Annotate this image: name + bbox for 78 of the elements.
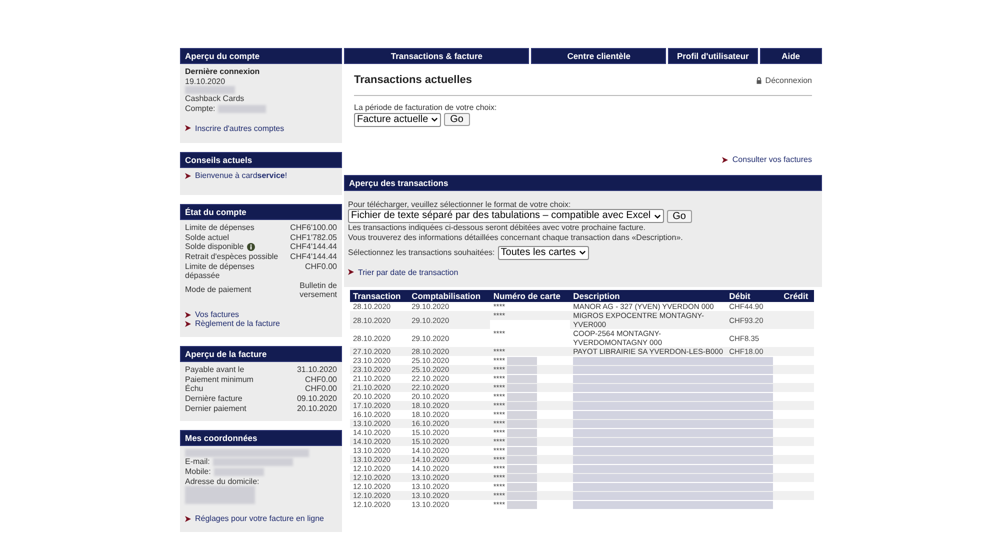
logout-link[interactable]: Déconnexion: [756, 76, 812, 86]
status-label: Mode de paiement: [185, 285, 252, 296]
sort-link[interactable]: Trier par date de transaction: [348, 268, 818, 278]
welcome-text[interactable]: Bienvenue à cardservice!: [195, 171, 288, 181]
status-label: Limite de dépenses dépassée: [185, 262, 256, 281]
status-value: CHF0.00: [304, 262, 337, 272]
period-label: La période de facturation de votre choix:: [354, 103, 498, 113]
column-header: Débit: [726, 290, 781, 302]
chevron-icon: [431, 117, 438, 122]
sidebar-link[interactable]: Bienvenue à cardservice!: [185, 171, 337, 181]
sidebar-heading: Aperçu de la facture: [180, 346, 342, 362]
redacted-block: [218, 104, 266, 113]
last-login-label: Dernière connexion: [185, 67, 261, 77]
invoice-value: CHF0.00: [304, 384, 337, 394]
sidebar-link[interactable]: Réglages pour votre facture en ligne: [185, 514, 337, 524]
invoices-link[interactable]: Consulter vos factures: [722, 154, 812, 165]
period-select[interactable]: Facture actuelle: [354, 112, 442, 127]
lock-icon: [756, 77, 762, 84]
go-button[interactable]: Go: [444, 113, 470, 126]
column-header: Transaction: [350, 290, 409, 302]
nav-tab[interactable]: Aide: [760, 48, 822, 64]
chevron-icon: [578, 250, 586, 256]
format-select[interactable]: Fichier de texte séparé par des tabulations – compatible avec Excel: [348, 209, 664, 224]
arrow-icon: [185, 173, 191, 180]
column-header: Numéro de carte: [490, 290, 570, 302]
status-value: CHF4'144.44: [290, 252, 337, 262]
mobile-label: Mobile:: [185, 467, 211, 477]
nav-tab[interactable]: Transactions & facture: [344, 48, 530, 64]
status-value: CHF4'144.44: [290, 242, 337, 252]
chevron-icon: [654, 214, 661, 219]
invoice-value: CHF0.00: [304, 374, 337, 384]
invoice-label: Dernier paiement: [185, 404, 246, 414]
filter-label: Sélectionnez les transactions souhaitées:: [348, 248, 495, 258]
nav-tab[interactable]: Profil d'utilisateur: [668, 48, 758, 64]
invoice-label: Paiement minimum: [185, 374, 254, 384]
invoice-value: 20.10.2020: [296, 404, 337, 414]
sidebar-heading: État du compte: [180, 204, 342, 220]
sidebar-heading: Mes coordonnées: [180, 430, 342, 446]
sidebar-heading: Conseils actuels: [180, 152, 342, 168]
sidebar-heading: Aperçu du compte: [180, 48, 342, 64]
invoice-label: Échu: [185, 384, 204, 394]
redacted-block: [185, 86, 235, 94]
status-value: Bulletin de versement: [298, 280, 337, 300]
column-header: Description: [570, 290, 726, 302]
column-header: Crédit: [780, 290, 814, 302]
card-program: Cashback Cards: [185, 94, 246, 104]
address-label: Adresse du domicile:: [185, 476, 260, 486]
status-label: Limite de dépenses: [185, 223, 254, 233]
status-value: CHF6'100.00: [290, 223, 337, 233]
invoice-label: Dernière facture: [185, 394, 242, 404]
invoice-label: Payable avant le: [185, 365, 244, 375]
status-value: CHF1'782.05: [290, 232, 337, 242]
last-login-date: 19.10.2020: [185, 76, 226, 86]
arrow-icon: [722, 156, 728, 163]
sidebar-link[interactable]: Vos factures: [185, 310, 337, 320]
email-label: E-mail:: [185, 457, 210, 467]
invoice-value: 31.10.2020: [296, 365, 337, 375]
page-title: Transactions actuelles: [354, 74, 472, 88]
arrow-icon: [348, 269, 354, 276]
card-filter-select[interactable]: Toutes les cartes: [498, 246, 589, 260]
account-label: Compte:: [185, 104, 216, 114]
arrow-icon: [185, 125, 191, 132]
arrow-icon: [185, 516, 191, 522]
invoice-value: 09.10.2020: [296, 394, 337, 404]
nav-tab[interactable]: Centre clientèle: [531, 48, 666, 64]
column-header: Comptabilisation: [408, 290, 490, 302]
panel-heading: Aperçu des transactions: [344, 174, 822, 191]
status-label: Solde actuel: [185, 232, 230, 242]
status-label: Solde disponible: [185, 242, 244, 252]
download-label: Pour télécharger, veuillez sélectionner le format de votre choix:: [348, 200, 572, 210]
note-text: Vous trouverez des informations détaillées concernant chaque transaction dans «Description».: [348, 232, 684, 243]
note-text: Les transactions indiquées ci-dessous seront débitées avec votre prochaine facture.: [348, 223, 647, 233]
sidebar-link[interactable]: Règlement de la facture: [185, 319, 337, 330]
go-button[interactable]: Go: [666, 210, 692, 223]
sidebar-link[interactable]: Inscrire d'autres comptes: [185, 124, 337, 134]
redacted-block: [185, 486, 255, 504]
status-label: Retrait d'espèces possible: [185, 252, 278, 262]
info-icon[interactable]: [246, 243, 255, 252]
